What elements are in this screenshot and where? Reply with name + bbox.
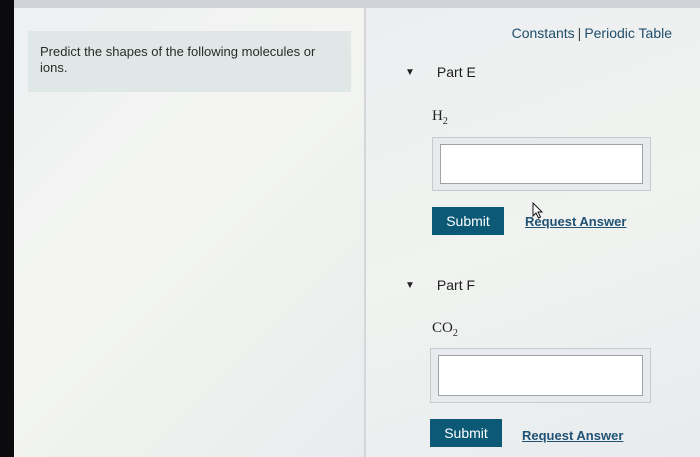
reference-links: Constants | Periodic Table (512, 25, 672, 41)
problem-prompt: Predict the shapes of the following mole… (28, 31, 351, 92)
part-e-formula-subscript: 2 (442, 116, 448, 127)
link-separator: | (577, 25, 582, 41)
constants-link[interactable]: Constants (512, 25, 575, 41)
part-f-formula-base: CO (432, 320, 453, 336)
problem-prompt-text: Predict the shapes of the following mole… (40, 44, 316, 75)
part-f-formula-subscript: 2 (452, 328, 458, 339)
part-f-answer-box (430, 348, 651, 403)
periodic-table-link[interactable]: Periodic Table (584, 25, 672, 41)
part-f-answer-input[interactable] (438, 355, 643, 396)
caret-down-icon[interactable]: ▼ (405, 67, 415, 78)
part-e-header[interactable]: ▼ Part E (405, 64, 476, 80)
top-bar (14, 0, 700, 8)
part-e-answer-input[interactable] (440, 144, 643, 184)
part-e-formula-base: H (432, 108, 443, 124)
screen-bezel (0, 0, 14, 457)
caret-down-icon[interactable]: ▼ (405, 280, 415, 291)
part-f-formula: CO2 (432, 320, 458, 339)
part-e-title: Part E (436, 64, 476, 80)
part-e-answer-box (432, 137, 651, 191)
part-e-submit-button[interactable]: Submit (432, 207, 504, 235)
part-e-formula: H2 (432, 108, 448, 127)
part-f-header[interactable]: ▼ Part F (405, 277, 475, 293)
part-f-title: Part F (436, 277, 476, 293)
part-f-request-answer-link[interactable]: Request Answer (522, 428, 623, 443)
mouse-pointer-icon (532, 202, 544, 219)
part-f-submit-button[interactable]: Submit (430, 419, 502, 447)
